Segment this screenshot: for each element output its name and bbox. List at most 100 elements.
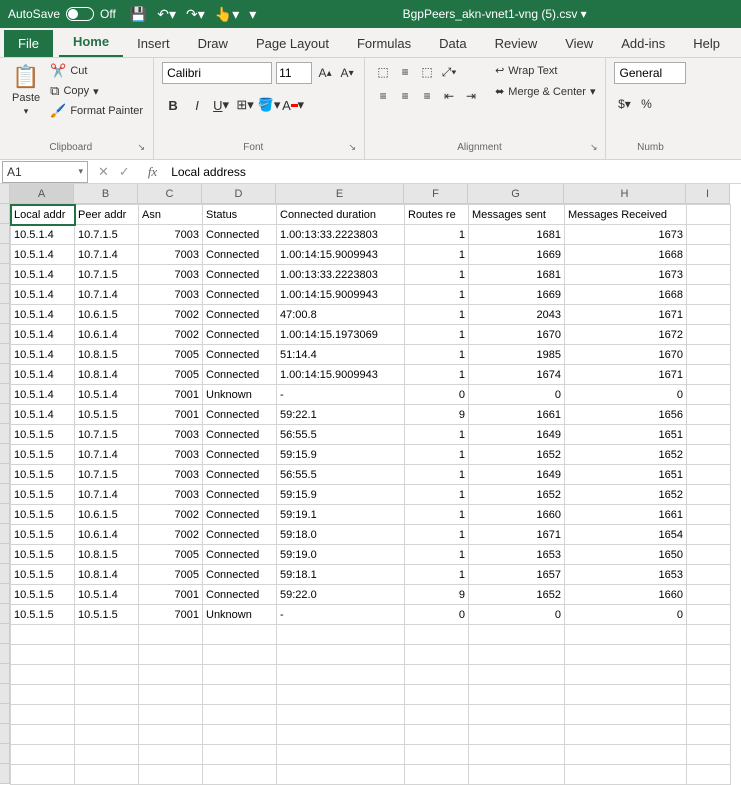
qat-customize-icon[interactable]: ▾ [249,6,256,23]
header-cell[interactable]: Local addr [11,205,75,225]
column-header-D[interactable]: D [202,184,276,204]
cell[interactable]: 10.8.1.5 [75,545,139,565]
cell[interactable]: 1671 [565,365,687,385]
cell[interactable]: 1668 [565,245,687,265]
italic-button[interactable]: I [186,94,208,116]
cell[interactable]: 10.5.1.5 [11,485,75,505]
tab-insert[interactable]: Insert [123,30,184,57]
font-size-select[interactable] [276,62,312,84]
cell[interactable] [277,705,405,725]
cell[interactable]: 1669 [469,285,565,305]
underline-button[interactable]: U▾ [210,94,232,116]
cell[interactable]: 59:18.1 [277,565,405,585]
row-header[interactable] [0,624,10,644]
cell[interactable]: 7002 [139,505,203,525]
row-header[interactable] [0,744,10,764]
cell[interactable] [687,605,731,625]
cell[interactable]: Connected [203,405,277,425]
column-header-F[interactable]: F [404,184,468,204]
cell[interactable] [469,685,565,705]
cell[interactable]: 0 [565,385,687,405]
cell[interactable]: 10.5.1.4 [11,385,75,405]
cell[interactable] [11,765,75,785]
cell[interactable]: 0 [469,605,565,625]
cell[interactable]: 10.5.1.5 [11,605,75,625]
enter-formula-icon[interactable]: ✓ [119,164,130,180]
row-header[interactable] [0,224,10,244]
cell[interactable]: 1672 [565,325,687,345]
cell[interactable]: 1671 [565,305,687,325]
accounting-format-button[interactable]: $▾ [614,94,634,114]
row-header[interactable] [0,704,10,724]
cell[interactable]: 10.7.1.5 [75,425,139,445]
cell[interactable]: Connected [203,425,277,445]
cell[interactable]: 0 [469,385,565,405]
column-header-G[interactable]: G [468,184,564,204]
row-header[interactable] [0,284,10,304]
cell[interactable] [687,345,731,365]
cell[interactable] [469,765,565,785]
cell[interactable]: 10.7.1.5 [75,265,139,285]
row-header[interactable] [0,424,10,444]
cell[interactable]: 10.7.1.4 [75,285,139,305]
cell[interactable] [139,765,203,785]
cell[interactable]: 10.5.1.4 [75,585,139,605]
cell[interactable] [11,725,75,745]
cell[interactable]: 10.6.1.5 [75,505,139,525]
row-header[interactable] [0,444,10,464]
tab-review[interactable]: Review [481,30,552,57]
header-cell[interactable]: Messages Received [565,205,687,225]
cell[interactable]: Connected [203,585,277,605]
cell[interactable] [565,645,687,665]
align-center-button[interactable]: ≡ [395,86,415,106]
column-header-B[interactable]: B [74,184,138,204]
cell[interactable] [75,645,139,665]
cell[interactable]: 10.5.1.4 [11,365,75,385]
cell[interactable]: 7003 [139,425,203,445]
cell[interactable]: 7005 [139,345,203,365]
cell[interactable] [405,745,469,765]
decrease-indent-button[interactable]: ⇤ [439,86,459,106]
cell[interactable]: 10.7.1.4 [75,485,139,505]
cell[interactable]: 1 [405,465,469,485]
cell[interactable] [405,665,469,685]
cell[interactable]: 1 [405,305,469,325]
cell[interactable]: 10.5.1.5 [11,445,75,465]
formula-bar-input[interactable] [165,161,741,183]
row-header[interactable] [0,764,10,784]
cell[interactable] [687,225,731,245]
cell[interactable]: 10.5.1.5 [11,465,75,485]
cell[interactable]: Connected [203,305,277,325]
header-cell[interactable]: Status [203,205,277,225]
cell[interactable] [565,685,687,705]
cell[interactable] [687,685,731,705]
cell[interactable] [405,765,469,785]
cell[interactable]: 7003 [139,225,203,245]
cell[interactable]: 0 [565,605,687,625]
cell[interactable] [687,585,731,605]
cell[interactable] [75,765,139,785]
cell[interactable] [11,685,75,705]
cell[interactable] [139,725,203,745]
row-header[interactable] [0,344,10,364]
cell[interactable]: 10.8.1.4 [75,365,139,385]
cell[interactable]: 1673 [565,265,687,285]
column-header-E[interactable]: E [276,184,404,204]
cell[interactable]: 1673 [565,225,687,245]
cell[interactable] [277,685,405,705]
cell[interactable] [277,765,405,785]
cell[interactable] [469,705,565,725]
cell[interactable] [203,685,277,705]
cell[interactable]: 1681 [469,265,565,285]
cell[interactable] [687,745,731,765]
row-header[interactable] [0,484,10,504]
cell[interactable] [203,645,277,665]
cell[interactable]: 1651 [565,465,687,485]
tab-help[interactable]: Help [679,30,734,57]
row-header[interactable] [0,324,10,344]
cell[interactable] [469,645,565,665]
align-right-button[interactable]: ≡ [417,86,437,106]
cell[interactable]: 2043 [469,305,565,325]
cell[interactable]: 0 [405,385,469,405]
cell[interactable]: 56:55.5 [277,465,405,485]
